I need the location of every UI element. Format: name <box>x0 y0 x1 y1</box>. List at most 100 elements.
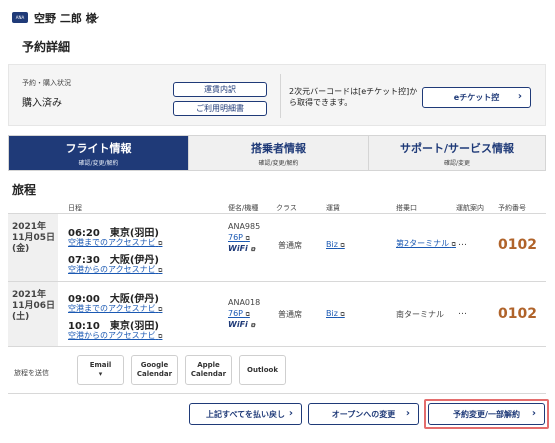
access-nav-label: 空港までのアクセスナビ <box>68 238 156 247</box>
eticket-button[interactable]: eチケット控 › <box>422 87 531 108</box>
ops-info: … <box>458 307 467 317</box>
tab-title: フライト情報 <box>65 141 132 155</box>
seat-class: 普通席 <box>278 310 302 319</box>
caret-down-icon: ▾ <box>98 370 103 378</box>
status-label: 予約・購入状況 <box>22 79 71 87</box>
chevron-down-icon[interactable]: ⌄ <box>92 9 101 22</box>
tab-subtitle: 確認/変更/解約 <box>258 159 299 167</box>
aircraft-label: 76P <box>228 233 244 242</box>
ana-card-icon: ANA <box>12 12 28 23</box>
fare-link[interactable]: Biz ⧉ <box>326 240 345 250</box>
flight-number: ANA018 <box>228 298 261 307</box>
external-link-icon: ⧉ <box>158 306 163 313</box>
eticket-button-label: eチケット控 <box>453 93 500 102</box>
tab-title: サポート/サービス情報 <box>399 141 515 155</box>
col-header-gate: 搭乗口 <box>396 204 417 212</box>
info-tabs: フライト情報 確認/変更/解約 搭乗者情報 確認/変更/解約 サポート/サービス… <box>8 135 546 171</box>
button-label: オープンへの変更 <box>331 409 396 419</box>
google-calendar-button[interactable]: Google Calendar <box>131 355 178 385</box>
fare-link[interactable]: Biz ⧉ <box>326 309 345 319</box>
divider <box>8 281 546 282</box>
col-header-reservation: 予約番号 <box>498 204 526 212</box>
access-nav-label: 空港からのアクセスナビ <box>68 265 156 274</box>
external-link-icon: ⧉ <box>340 242 345 249</box>
share-button-label: Calendar <box>190 370 227 378</box>
gate-link[interactable]: 第2ターミナル ⧉ <box>396 238 456 249</box>
change-to-open-button[interactable]: オープンへの変更 › <box>308 403 419 425</box>
flight-weekday: (金) <box>12 244 30 254</box>
flight-year: 2021年 <box>12 222 47 232</box>
wifi-link[interactable]: WiFi ⧉ <box>228 320 255 330</box>
external-link-icon: ⧉ <box>245 311 250 318</box>
chevron-right-icon: › <box>405 408 410 419</box>
external-link-icon: ⧉ <box>250 322 255 329</box>
divider <box>280 74 281 118</box>
barcode-note: 2次元バーコードは[eチケット控]から取得できます。 <box>289 87 418 107</box>
access-nav-link[interactable]: 空港からのアクセスナビ ⧉ <box>68 330 162 341</box>
seat-class: 普通席 <box>278 241 302 250</box>
reservation-number: 0102 <box>498 237 537 253</box>
user-name[interactable]: 空野 二郎 様 <box>34 10 97 26</box>
aircraft-label: 76P <box>228 309 244 318</box>
access-nav-link[interactable]: 空港までのアクセスナビ ⧉ <box>68 237 162 248</box>
flight-year: 2021年 <box>12 290 47 300</box>
share-button-label: Calendar <box>136 370 173 378</box>
divider <box>8 213 546 214</box>
flight-day: 11月06日 <box>12 301 56 311</box>
aircraft-link[interactable]: 76P ⧉ <box>228 309 250 319</box>
page-title: 予約詳細 <box>22 40 71 54</box>
tab-subtitle: 確認/変更/解約 <box>78 159 119 167</box>
external-link-icon: ⧉ <box>158 240 163 247</box>
aircraft-link[interactable]: 76P ⧉ <box>228 233 250 243</box>
tab-support-info[interactable]: サポート/サービス情報 確認/変更 <box>369 136 545 170</box>
wifi-label: WiFi <box>228 244 248 253</box>
ops-info: … <box>458 238 467 248</box>
share-button-label: Google <box>140 361 169 369</box>
access-nav-link[interactable]: 空港からのアクセスナビ ⧉ <box>68 264 162 275</box>
flight-weekday: (土) <box>12 312 30 322</box>
col-header-schedule: 日程 <box>68 204 82 212</box>
itinerary-title: 旅程 <box>12 183 37 197</box>
col-header-flight: 便名/機種 <box>228 204 259 212</box>
tab-passenger-info[interactable]: 搭乗者情報 確認/変更/解約 <box>189 136 369 170</box>
divider <box>8 393 546 394</box>
col-header-fare: 運賃 <box>326 204 340 212</box>
external-link-icon: ⧉ <box>245 235 250 242</box>
access-nav-label: 空港までのアクセスナビ <box>68 304 156 313</box>
refund-all-button[interactable]: 上記すべてを払い戻し › <box>189 403 302 425</box>
access-nav-link[interactable]: 空港までのアクセスナビ ⧉ <box>68 303 162 314</box>
gate-label: 第2ターミナル <box>396 239 450 248</box>
external-link-icon: ⧉ <box>158 267 163 274</box>
flight-number: ANA985 <box>228 222 261 231</box>
col-header-ops: 運航案内 <box>456 204 484 212</box>
chevron-right-icon: › <box>517 91 522 102</box>
chevron-right-icon: › <box>288 408 293 419</box>
share-button-label: Outlook <box>247 365 278 374</box>
highlight-box <box>424 399 549 429</box>
fare-label: Biz <box>326 240 338 249</box>
col-header-class: クラス <box>276 204 297 212</box>
share-label: 旅程を送信 <box>14 369 49 377</box>
email-button[interactable]: Email ▾ <box>77 355 124 385</box>
external-link-icon: ⧉ <box>158 333 163 340</box>
usage-statement-button[interactable]: ご利用明細書 <box>173 101 267 116</box>
share-button-label: Apple <box>197 361 220 369</box>
reservation-number: 0102 <box>498 306 537 322</box>
wifi-link[interactable]: WiFi ⧉ <box>228 244 255 254</box>
apple-calendar-button[interactable]: Apple Calendar <box>185 355 232 385</box>
fare-breakdown-button[interactable]: 運賃内訳 <box>173 82 267 97</box>
external-link-icon: ⧉ <box>451 241 456 248</box>
outlook-button[interactable]: Outlook <box>239 355 286 385</box>
status-value: 購入済み <box>22 98 62 109</box>
tab-title: 搭乗者情報 <box>251 141 306 155</box>
flight-day: 11月05日 <box>12 233 56 243</box>
fare-label: Biz <box>326 309 338 318</box>
divider <box>8 346 546 347</box>
access-nav-label: 空港からのアクセスナビ <box>68 331 156 340</box>
tab-flight-info[interactable]: フライト情報 確認/変更/解約 <box>9 136 189 170</box>
gate-text: 南ターミナル <box>396 310 444 319</box>
wifi-label: WiFi <box>228 320 248 329</box>
button-label: 上記すべてを払い戻し <box>206 409 285 419</box>
tab-subtitle: 確認/変更 <box>443 159 471 167</box>
external-link-icon: ⧉ <box>340 311 345 318</box>
